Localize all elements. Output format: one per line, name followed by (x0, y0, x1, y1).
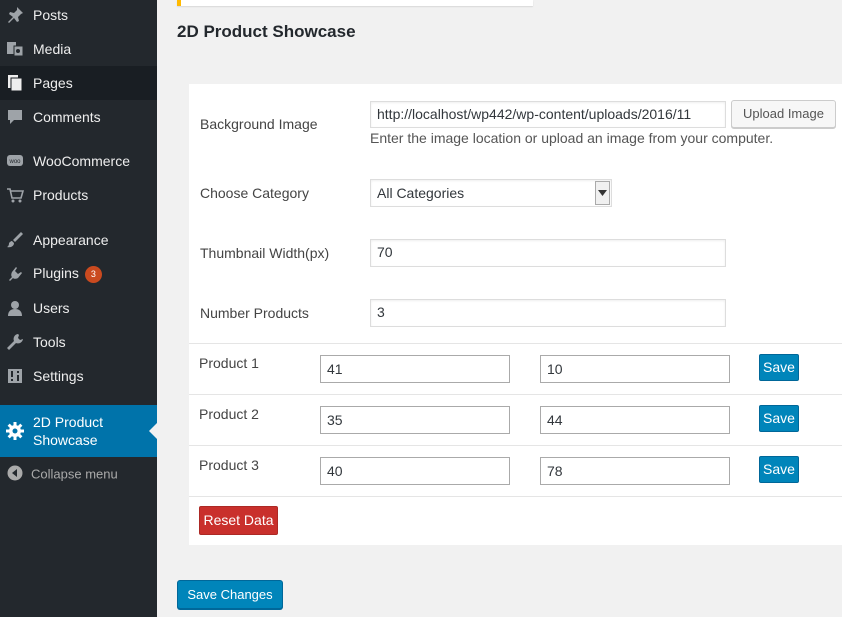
gear-icon (6, 422, 24, 440)
menu-item-tools[interactable]: Tools (0, 325, 157, 359)
pushpin-icon (6, 6, 24, 24)
menu-item-comments[interactable]: Comments (0, 100, 157, 134)
menu-label: Plugins 3 (33, 265, 102, 283)
menu-item-appearance[interactable]: Appearance (0, 223, 157, 257)
woocommerce-icon: woo (6, 152, 24, 170)
product-value-1-input[interactable]: 40 (320, 457, 510, 485)
menu-item-posts[interactable]: Posts (0, 0, 157, 32)
product-label: Product 3 (199, 457, 259, 473)
product-value-2-input[interactable]: 44 (540, 406, 730, 434)
product-save-button[interactable]: Save (759, 405, 799, 432)
settings-panel: Background Image http://localhost/wp442/… (189, 84, 842, 545)
update-count-badge: 3 (84, 266, 102, 283)
row-divider (189, 445, 842, 446)
product-value-2-input[interactable]: 10 (540, 355, 730, 383)
menu-label: Collapse menu (31, 466, 118, 482)
collapse-arrow-icon (7, 465, 25, 483)
background-image-help: Enter the image location or upload an im… (370, 130, 774, 146)
menu-label: WooCommerce (33, 153, 130, 169)
number-products-input[interactable]: 3 (370, 299, 726, 327)
media-icon (6, 40, 24, 58)
admin-sidebar: Posts Media Pages Comments woo WooCommer… (0, 0, 157, 617)
menu-label: Products (33, 187, 89, 203)
upload-image-button[interactable]: Upload Image (731, 100, 836, 128)
number-products-label: Number Products (200, 305, 309, 321)
wrench-icon (6, 333, 24, 351)
svg-text:woo: woo (8, 159, 21, 165)
product-save-button[interactable]: Save (759, 354, 799, 381)
product-label: Product 2 (199, 406, 259, 422)
menu-item-users[interactable]: Users (0, 291, 157, 325)
menu-item-2d-product-showcase[interactable]: 2D Product Showcase (0, 405, 157, 457)
comment-icon (6, 108, 24, 126)
row-divider (189, 343, 842, 344)
menu-label: Pages (33, 75, 73, 91)
category-selected-value: All Categories (377, 185, 465, 201)
product-value-1-input[interactable]: 35 (320, 406, 510, 434)
row-divider (189, 394, 842, 395)
reset-data-button[interactable]: Reset Data (199, 506, 278, 535)
menu-label: Users (33, 300, 70, 316)
collapse-menu-button[interactable]: Collapse menu (0, 457, 157, 491)
background-image-label: Background Image (200, 116, 318, 132)
menu-label: Tools (33, 334, 66, 350)
category-select[interactable]: All Categories (370, 179, 612, 207)
menu-label: Posts (33, 7, 69, 23)
choose-category-label: Choose Category (200, 185, 309, 201)
menu-item-pages[interactable]: Pages (0, 66, 157, 100)
product-save-button[interactable]: Save (759, 456, 799, 483)
product-value-2-input[interactable]: 78 (540, 457, 730, 485)
menu-item-products[interactable]: Products (0, 178, 157, 212)
menu-label: Media (33, 41, 72, 57)
save-changes-button[interactable]: Save Changes (177, 580, 283, 609)
user-icon (6, 299, 24, 317)
menu-label: 2D Product Showcase (33, 414, 104, 448)
page-title: 2D Product Showcase (177, 22, 356, 41)
thumbnail-width-label: Thumbnail Width(px) (200, 245, 330, 261)
current-menu-arrow (149, 423, 157, 439)
pages-icon (6, 74, 24, 92)
background-image-input[interactable]: http://localhost/wp442/wp-content/upload… (370, 101, 726, 128)
menu-label: Appearance (33, 232, 109, 248)
thumbnail-width-input[interactable]: 70 (370, 239, 726, 267)
chevron-down-icon (595, 181, 610, 205)
product-label: Product 1 (199, 355, 259, 371)
admin-notice (177, 0, 533, 6)
menu-label: Comments (33, 109, 101, 125)
row-divider (189, 496, 842, 497)
product-value-1-input[interactable]: 41 (320, 355, 510, 383)
plugin-icon (6, 265, 24, 283)
menu-item-woocommerce[interactable]: woo WooCommerce (0, 144, 157, 178)
plugins-label: Plugins (33, 265, 79, 281)
menu-item-media[interactable]: Media (0, 32, 157, 66)
menu-item-plugins[interactable]: Plugins 3 (0, 257, 157, 291)
paintbrush-icon (6, 231, 24, 249)
cart-icon (6, 186, 25, 204)
menu-item-settings[interactable]: Settings (0, 359, 157, 393)
settings-icon (6, 367, 24, 385)
menu-label: Settings (33, 368, 84, 384)
